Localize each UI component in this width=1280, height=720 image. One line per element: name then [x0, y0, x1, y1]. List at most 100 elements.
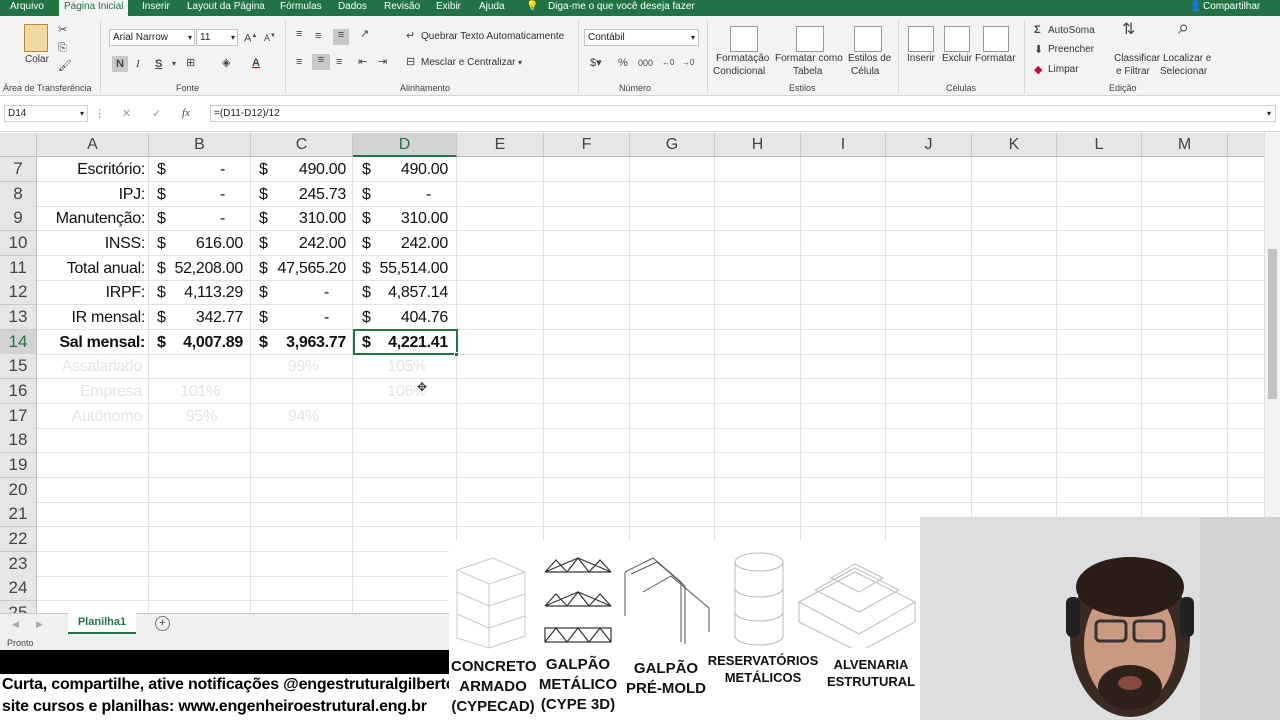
- decrease-indent-icon[interactable]: ⇤: [358, 56, 367, 68]
- select-all-corner[interactable]: [0, 133, 37, 157]
- format-button[interactable]: Formatar: [975, 53, 1016, 64]
- cell-c7[interactable]: 490.00: [262, 157, 346, 182]
- magnifier-icon[interactable]: ⌕: [1178, 18, 1189, 38]
- column-header[interactable]: L: [1057, 133, 1142, 157]
- merge-icon[interactable]: ⊟: [406, 56, 415, 68]
- column-header[interactable]: M: [1142, 133, 1228, 157]
- cancel-icon[interactable]: ✕: [122, 108, 131, 120]
- column-header[interactable]: D: [353, 133, 457, 157]
- vertical-scrollbar[interactable]: [1264, 133, 1280, 518]
- row-header[interactable]: 10: [0, 231, 37, 256]
- tab-ajuda[interactable]: Ajuda: [479, 0, 505, 16]
- delete-cells-icon[interactable]: [944, 26, 970, 52]
- wrap-text-icon[interactable]: ↵: [406, 30, 415, 42]
- align-right-icon[interactable]: ≡: [336, 56, 342, 68]
- increase-font-icon[interactable]: A▲: [244, 30, 257, 45]
- sort-filter-icon[interactable]: ⇅: [1122, 22, 1135, 38]
- cell-c15[interactable]: 99%: [262, 354, 319, 379]
- autosum-button[interactable]: AutoSoma: [1048, 25, 1095, 36]
- row-header[interactable]: 25: [0, 601, 37, 613]
- cell-c17[interactable]: 94%: [262, 404, 319, 429]
- cell-a8[interactable]: IPJ:: [37, 182, 146, 207]
- copy-icon[interactable]: ⎘: [58, 42, 67, 54]
- row-header[interactable]: 9: [0, 206, 37, 231]
- fill-handle[interactable]: [454, 352, 459, 357]
- sheet-tab-planilha1[interactable]: Planilha1: [68, 613, 136, 634]
- orientation-icon[interactable]: ↗: [360, 28, 369, 40]
- share-button[interactable]: Compartilhar: [1203, 0, 1260, 16]
- cell-d7[interactable]: 490.00: [365, 157, 448, 182]
- cond-format-line1[interactable]: Formatação: [716, 53, 769, 64]
- align-center-icon[interactable]: ≡: [312, 54, 330, 70]
- format-table-icon[interactable]: [796, 26, 824, 52]
- decrease-decimal-icon[interactable]: →0: [682, 57, 694, 69]
- cell-a13[interactable]: IR mensal:: [37, 305, 146, 330]
- cell-c13[interactable]: -: [262, 305, 329, 330]
- cell-c10[interactable]: 242.00: [262, 231, 346, 256]
- autosum-icon[interactable]: Σ: [1034, 24, 1041, 36]
- increase-indent-icon[interactable]: ⇥: [378, 56, 387, 68]
- prev-sheet-icon[interactable]: ◀: [12, 618, 19, 630]
- increase-decimal-icon[interactable]: ←0: [662, 57, 674, 69]
- currency-icon[interactable]: $▾: [590, 57, 602, 69]
- fill-icon[interactable]: ⬇: [1034, 44, 1043, 56]
- cell-d14[interactable]: 4,221.41: [365, 330, 448, 355]
- add-sheet-icon[interactable]: +: [155, 616, 170, 631]
- bold-icon[interactable]: N: [112, 56, 128, 72]
- insert-cells-icon[interactable]: [908, 26, 934, 52]
- delete-button[interactable]: Excluir: [942, 53, 972, 64]
- cell-styles-line1[interactable]: Estilos de: [848, 53, 891, 64]
- cell-a10[interactable]: INSS:: [37, 231, 146, 256]
- column-header[interactable]: J: [886, 133, 972, 157]
- font-name-select[interactable]: Arial Narrow ▾: [109, 29, 195, 46]
- cell-b11[interactable]: 52,208.00: [160, 256, 244, 281]
- tab-pagina-inicial[interactable]: Página Inicial: [59, 0, 129, 16]
- row-header[interactable]: 8: [0, 182, 37, 207]
- cell-d11[interactable]: 55,514.00: [365, 256, 449, 281]
- format-cells-icon[interactable]: [983, 26, 1009, 52]
- cell-d13[interactable]: 404.76: [365, 305, 448, 330]
- align-left-icon[interactable]: ≡: [296, 56, 302, 68]
- format-table-line1[interactable]: Formatar como: [775, 53, 843, 64]
- wrap-text-button[interactable]: Quebrar Texto Automaticamente: [421, 31, 564, 42]
- row-header[interactable]: 12: [0, 280, 37, 305]
- cell-b8[interactable]: -: [160, 182, 225, 207]
- column-header[interactable]: B: [149, 133, 251, 157]
- column-header[interactable]: C: [251, 133, 353, 157]
- cell-a15[interactable]: Assalariado: [37, 354, 143, 379]
- cell-b9[interactable]: -: [160, 206, 225, 231]
- next-sheet-icon[interactable]: ▶: [36, 618, 43, 630]
- tab-dados[interactable]: Dados: [338, 0, 367, 16]
- comma-style-icon[interactable]: 000: [638, 57, 653, 69]
- column-header[interactable]: K: [972, 133, 1057, 157]
- tell-me-box[interactable]: Diga-me o que você deseja fazer: [548, 0, 695, 16]
- format-painter-icon[interactable]: 🖌: [58, 60, 72, 72]
- decrease-font-icon[interactable]: A▼: [264, 30, 276, 44]
- clear-button[interactable]: Limpar: [1048, 64, 1079, 75]
- column-header[interactable]: I: [801, 133, 886, 157]
- paste-button[interactable]: Colar: [25, 54, 49, 65]
- name-box[interactable]: D14 ▾: [4, 105, 88, 122]
- row-header[interactable]: 19: [0, 453, 37, 478]
- fill-color-icon[interactable]: ◈: [222, 57, 230, 69]
- row-header[interactable]: 16: [0, 379, 37, 404]
- percent-icon[interactable]: %: [618, 57, 628, 69]
- cell-b13[interactable]: 342.77: [160, 305, 243, 330]
- cell-a11[interactable]: Total anual:: [37, 256, 146, 281]
- paste-icon[interactable]: [24, 24, 48, 52]
- cell-d12[interactable]: 4,857.14: [365, 280, 448, 305]
- cell-b16[interactable]: 101%: [160, 379, 220, 404]
- enter-icon[interactable]: ✓: [152, 108, 161, 120]
- cell-b12[interactable]: 4,113.29: [160, 280, 243, 305]
- row-header[interactable]: 20: [0, 478, 37, 503]
- cell-d9[interactable]: 310.00: [365, 206, 448, 231]
- scroll-thumb[interactable]: [1268, 249, 1277, 399]
- cell-a16[interactable]: Empresa: [37, 379, 142, 404]
- row-header[interactable]: 14: [0, 330, 37, 355]
- underline-icon[interactable]: S: [155, 58, 162, 70]
- row-header[interactable]: 21: [0, 502, 37, 527]
- column-header[interactable]: A: [37, 133, 149, 157]
- italic-icon[interactable]: I: [136, 58, 140, 70]
- cell-c9[interactable]: 310.00: [262, 206, 346, 231]
- cell-c8[interactable]: 245.73: [262, 182, 346, 207]
